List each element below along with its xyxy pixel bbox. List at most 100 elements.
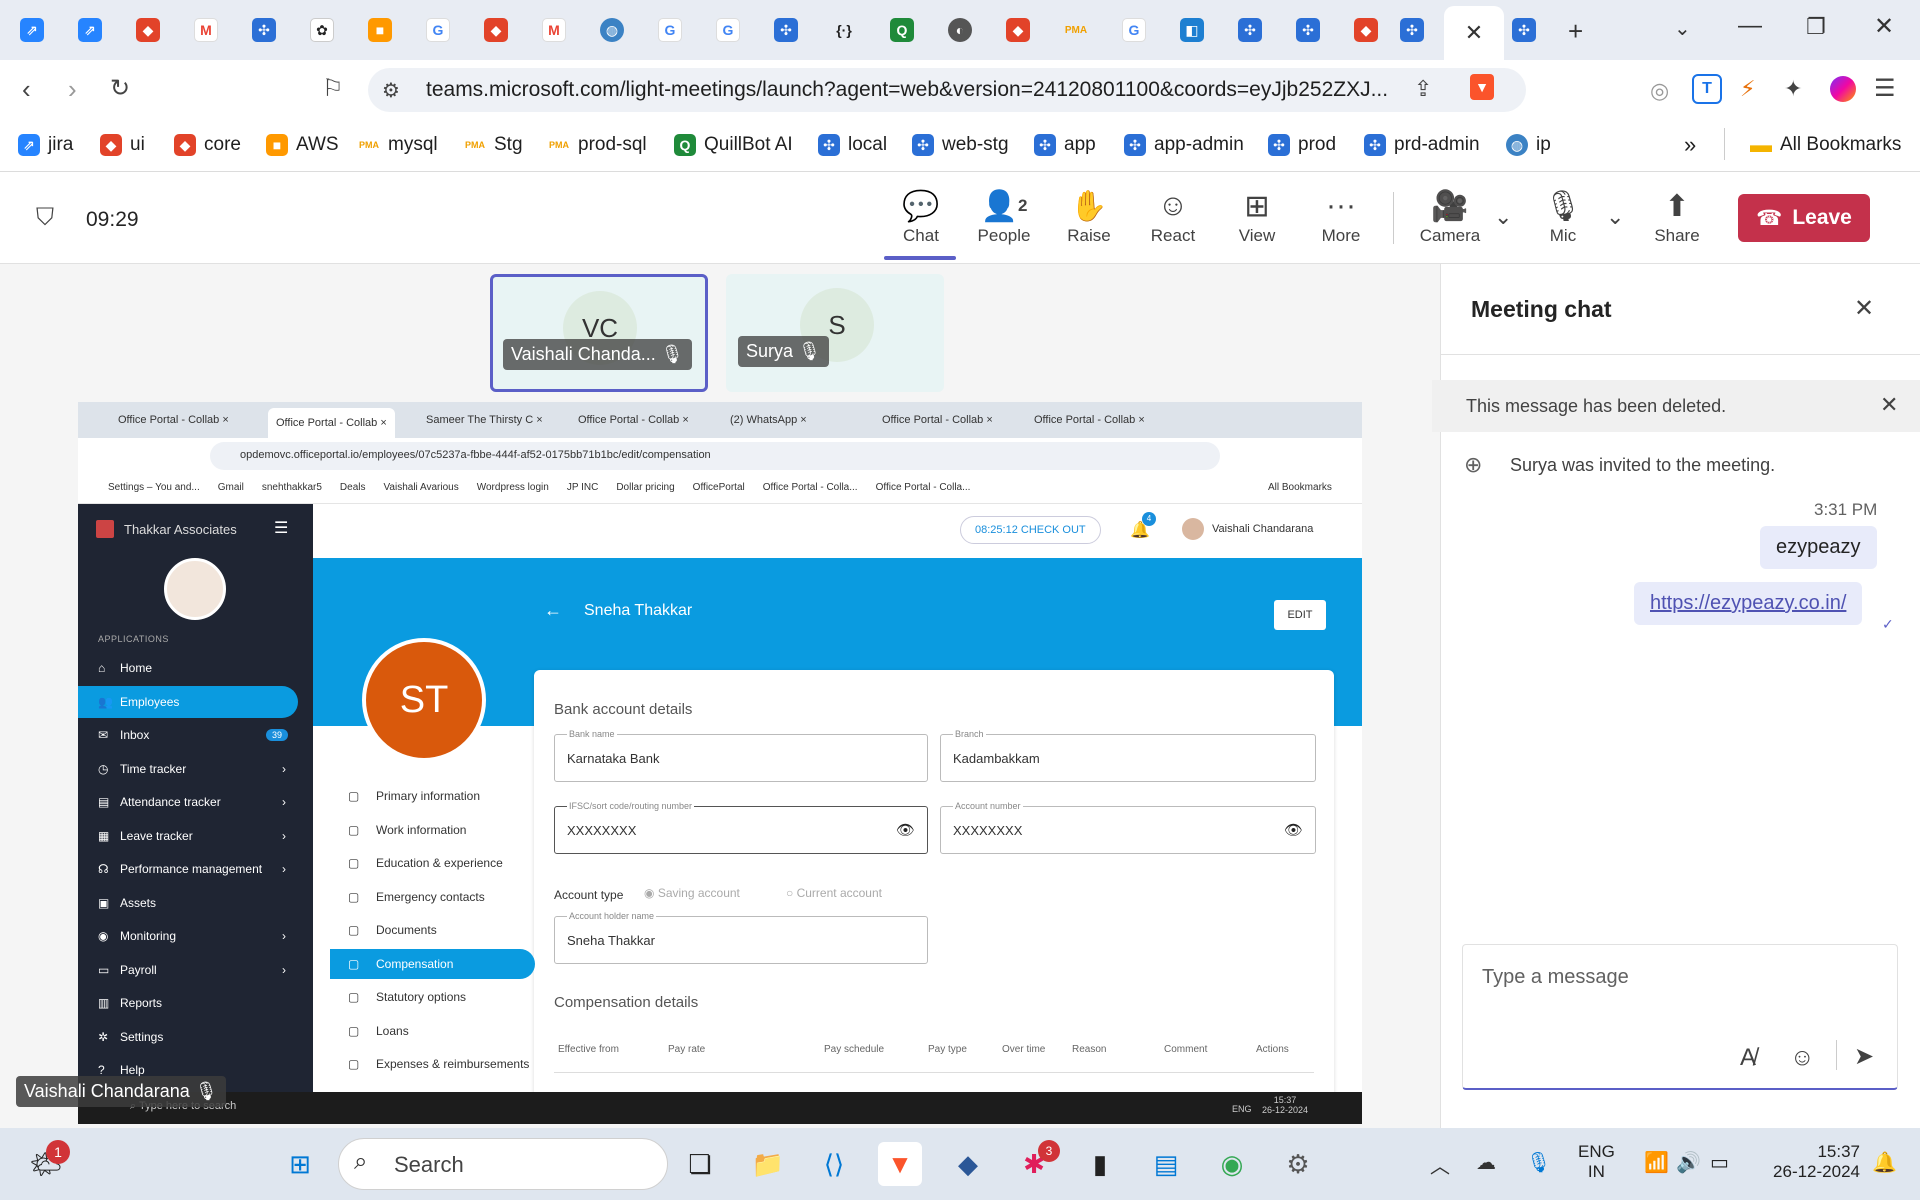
view-button[interactable]: ⊞ View <box>1222 186 1292 256</box>
tab-chatgpt[interactable]: ✿ <box>300 6 344 54</box>
language-indicator[interactable]: ENG IN <box>1578 1142 1615 1182</box>
tab-pma[interactable]: PMA <box>1054 6 1098 54</box>
tab-app-6[interactable]: ✣ <box>1502 6 1546 54</box>
minimize-button[interactable]: — <box>1738 12 1762 40</box>
bookmark-mysql[interactable]: PMA mysql <box>358 130 438 160</box>
notepad-icon[interactable]: ▤ <box>1144 1142 1188 1186</box>
brave-icon[interactable]: ▼ <box>878 1142 922 1186</box>
emoji-icon[interactable]: ☺ <box>1790 1044 1815 1072</box>
chat-button[interactable]: 💬 Chat <box>886 186 956 256</box>
volume-icon[interactable]: 🔊 <box>1676 1150 1701 1175</box>
tab-gitlab[interactable]: ◆ <box>126 6 170 54</box>
tab-google-2[interactable]: G <box>648 6 692 54</box>
forward-button[interactable]: › <box>68 74 77 105</box>
settings-gear-icon[interactable]: ⚙ <box>1276 1142 1320 1186</box>
more-button[interactable]: ··· More <box>1306 186 1376 256</box>
new-tab-button[interactable]: + <box>1568 16 1583 47</box>
leave-button[interactable]: ☎ Leave <box>1738 194 1870 242</box>
all-bookmarks-button[interactable]: ▬ All Bookmarks <box>1750 130 1901 160</box>
participant-tile-surya[interactable]: S Surya 🎙 <box>726 274 944 392</box>
camera-button[interactable]: 🎥 Camera <box>1414 186 1486 256</box>
camera-options-chevron-icon[interactable]: ⌄ <box>1494 204 1512 230</box>
chat-message-link[interactable]: https://ezypeazy.co.in/ <box>1634 582 1863 625</box>
bookmark-app-admin[interactable]: ✣ app-admin <box>1124 130 1244 160</box>
terminal-icon[interactable]: ▮ <box>1078 1142 1122 1186</box>
task-view-icon[interactable]: ❏ <box>678 1142 722 1186</box>
tab-quillbot[interactable]: Q <box>880 6 924 54</box>
vscode-icon[interactable]: ⟨⟩ <box>812 1142 856 1186</box>
format-icon[interactable]: A̸ <box>1740 1044 1756 1072</box>
tab-app-3[interactable]: ✣ <box>1228 6 1272 54</box>
tray-chevron-icon[interactable]: ︿ <box>1430 1150 1450 1179</box>
wifi-icon[interactable]: 📶 <box>1644 1150 1669 1175</box>
bookmark-jira[interactable]: ⇗ jira <box>18 130 73 160</box>
share-page-icon[interactable]: ⇪ <box>1414 76 1432 102</box>
profile-icon[interactable] <box>1830 76 1856 102</box>
bookmark-web-stg[interactable]: ✣ web-stg <box>912 130 1009 160</box>
tab-jira-2[interactable]: ⇗ <box>68 6 112 54</box>
extensions-puzzle-icon[interactable]: ✦ <box>1784 76 1802 102</box>
send-icon[interactable]: ➤ <box>1854 1042 1874 1071</box>
onedrive-icon[interactable]: ☁ <box>1476 1150 1496 1175</box>
tab-gmail[interactable]: M <box>184 6 228 54</box>
extension-circle-icon[interactable]: ◎ <box>1650 78 1669 104</box>
bookmark-ui[interactable]: ◆ ui <box>100 130 145 160</box>
bookmark-local[interactable]: ✣ local <box>818 130 887 160</box>
restore-button[interactable]: ❐ <box>1806 14 1826 40</box>
bookmark-ip[interactable]: ◍ ip <box>1506 130 1551 160</box>
more-bookmarks-button[interactable]: » <box>1684 130 1696 160</box>
tab-globe[interactable]: ◍ <box>590 6 634 54</box>
tab-jira[interactable]: ⇗ <box>10 6 54 54</box>
tab-app-5[interactable]: ✣ <box>1390 6 1434 54</box>
tab-google-3[interactable]: G <box>706 6 750 54</box>
mic-options-chevron-icon[interactable]: ⌄ <box>1606 204 1624 230</box>
menu-icon[interactable]: ☰ <box>1874 74 1896 103</box>
mic-tray-icon[interactable]: 🎙 <box>1526 1150 1551 1175</box>
tab-gitlab-3[interactable]: ◆ <box>996 6 1040 54</box>
message-input[interactable]: Type a message <box>1482 966 1629 989</box>
tab-google-4[interactable]: G <box>1112 6 1156 54</box>
tab-db[interactable]: ◧ <box>1170 6 1214 54</box>
battery-icon[interactable]: ▭ <box>1710 1150 1729 1175</box>
dismiss-icon[interactable]: ✕ <box>1880 392 1898 418</box>
tab-circle[interactable]: ◐ <box>938 6 982 54</box>
translate-extension-icon[interactable]: T <box>1692 74 1722 104</box>
tab-gmail-2[interactable]: M <box>532 6 576 54</box>
extension-lightning-icon[interactable]: ⚡ <box>1740 76 1755 102</box>
people-button[interactable]: 👤 2 People <box>970 186 1038 256</box>
tab-json[interactable]: {·} <box>822 6 866 54</box>
bookmark-core[interactable]: ◆ core <box>174 130 241 160</box>
tab-aws[interactable]: ■ <box>358 6 402 54</box>
bookmark-aws[interactable]: ■ AWS <box>266 130 339 160</box>
tab-app-4[interactable]: ✣ <box>1286 6 1330 54</box>
tab-search-chevron-icon[interactable]: ⌄ <box>1674 16 1691 41</box>
bookmark-star-icon[interactable]: ⚐ <box>322 74 344 103</box>
brave-shield-icon[interactable]: ▼ <box>1470 74 1494 100</box>
bookmark-prd-admin[interactable]: ✣ prd-admin <box>1364 130 1480 160</box>
bookmark-prod-sql[interactable]: PMA prod-sql <box>548 130 647 160</box>
mic-button[interactable]: 🎙 Mic <box>1528 186 1598 256</box>
tab-gitlab-4[interactable]: ◆ <box>1344 6 1388 54</box>
notifications-bell-icon[interactable]: 🔔 <box>1872 1150 1897 1175</box>
tab-gitlab-2[interactable]: ◆ <box>474 6 518 54</box>
site-settings-icon[interactable]: ⚙ <box>382 78 400 103</box>
close-icon[interactable]: ✕ <box>1465 20 1483 46</box>
url-text[interactable]: teams.microsoft.com/light-meetings/launc… <box>426 78 1388 102</box>
close-window-button[interactable]: ✕ <box>1874 12 1894 41</box>
participant-tile-vc[interactable]: VC Vaishali Chanda... 🎙 <box>490 274 708 392</box>
bookmark-prod[interactable]: ✣ prod <box>1268 130 1336 160</box>
taskbar-search-box[interactable] <box>338 1138 668 1190</box>
bookmark-app[interactable]: ✣ app <box>1034 130 1096 160</box>
reload-icon[interactable]: ↻ <box>110 74 130 103</box>
windows-start-icon[interactable]: ⊞ <box>278 1142 322 1186</box>
bookmark-stg[interactable]: PMA Stg <box>464 130 523 160</box>
tab-app[interactable]: ✣ <box>242 6 286 54</box>
tab-active-teams[interactable]: ✕ <box>1444 6 1504 60</box>
react-button[interactable]: ☺ React <box>1138 186 1208 256</box>
chrome-icon[interactable]: ◉ <box>1210 1142 1254 1186</box>
tab-app-2[interactable]: ✣ <box>764 6 808 54</box>
tab-google[interactable]: G <box>416 6 460 54</box>
back-button[interactable]: ‹ <box>22 74 31 105</box>
raise-hand-button[interactable]: ✋ Raise <box>1054 186 1124 256</box>
mysql-workbench-icon[interactable]: ◆ <box>946 1142 990 1186</box>
